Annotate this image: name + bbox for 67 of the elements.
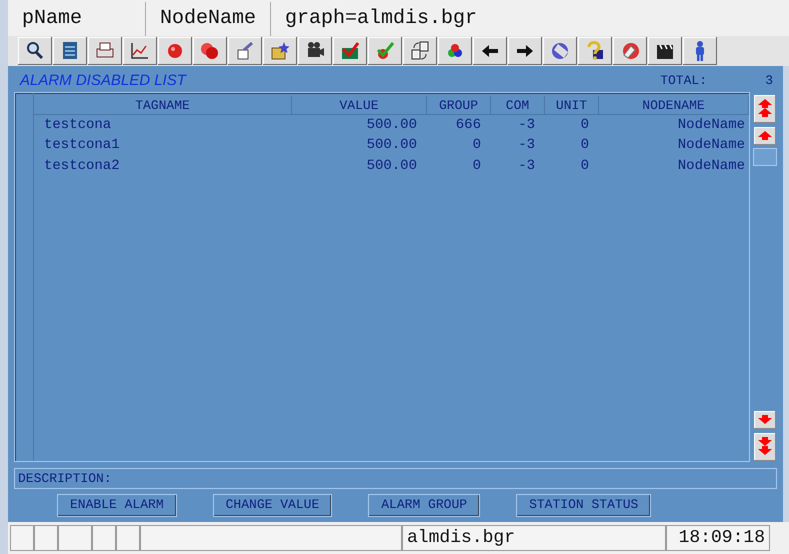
toolbar-button[interactable]	[438, 37, 472, 65]
table-cell-text: 500.00	[366, 156, 418, 176]
status-time: 18:09:18	[666, 525, 770, 551]
folder-star-icon	[269, 40, 291, 62]
table-cell-text: NodeName	[676, 156, 746, 176]
toolbar-button[interactable]	[508, 37, 542, 65]
magnifier-icon	[24, 40, 46, 62]
page-down-button[interactable]	[753, 432, 777, 462]
status-pane	[58, 525, 92, 551]
table-cell-text: 666	[454, 116, 482, 135]
toolbar-button[interactable]	[473, 37, 507, 65]
scroll-down-button[interactable]	[753, 410, 777, 430]
table-cell-text: testcona2	[43, 156, 121, 176]
table-cell-text: 0	[580, 116, 590, 135]
status-file: almdis.bgr	[402, 525, 666, 551]
toolbar-button[interactable]	[123, 37, 157, 65]
action-button[interactable]: ALARM GROUP	[368, 494, 480, 516]
table-cell-text: 0	[580, 136, 590, 156]
action-button[interactable]: CHANGE VALUE	[212, 494, 332, 516]
toolbar-button[interactable]	[228, 37, 262, 65]
column-header: GROUP	[427, 96, 491, 114]
column-header: COM	[491, 96, 545, 114]
up-arrow-icon	[756, 130, 774, 142]
table-cell-text: 0	[472, 156, 482, 176]
toolbar-button[interactable]	[403, 37, 437, 65]
page-up-button[interactable]	[753, 94, 777, 124]
scroll-up-button[interactable]	[753, 126, 777, 146]
table-cell-text: 0	[580, 156, 590, 176]
toolbar-button[interactable]	[683, 37, 717, 65]
status-pane	[34, 525, 58, 551]
toolbar-button[interactable]	[18, 37, 52, 65]
table-cell-text: NodeName	[676, 116, 746, 135]
table-cell-text: testcona	[43, 116, 112, 135]
table-cell-text: 500.00	[366, 116, 418, 135]
panel-title: ALARM DISABLED LIST	[18, 70, 186, 91]
swap-icon	[409, 40, 431, 62]
toolbar-button[interactable]	[648, 37, 682, 65]
table-cell-text: 500.00	[366, 136, 418, 156]
description-label: DESCRIPTION:	[18, 470, 112, 488]
action-button[interactable]: STATION STATUS	[516, 494, 652, 516]
table-cell-text: -3	[517, 156, 536, 176]
chart-icon	[129, 40, 151, 62]
total-label: TOTAL:	[660, 72, 707, 90]
table-cell-text: -3	[517, 116, 536, 135]
action-button[interactable]: ENABLE ALARM	[57, 494, 177, 516]
column-header: TAGNAME	[34, 96, 292, 114]
table-cell-text: -3	[517, 136, 536, 156]
table-cell-text: testcona1	[43, 136, 121, 156]
down-arrow-icon	[756, 414, 774, 426]
toolbar-button[interactable]	[88, 37, 122, 65]
status-pane	[10, 525, 34, 551]
check-box-icon	[339, 40, 361, 62]
column-header: UNIT	[545, 96, 599, 114]
scroll-thumb[interactable]	[753, 148, 777, 166]
column-header: VALUE	[292, 96, 427, 114]
total-value: 3	[764, 72, 774, 90]
title-cell-text: graph=almdis.bgr	[284, 6, 478, 32]
toolbar-button[interactable]	[578, 37, 612, 65]
disc-icon	[549, 40, 571, 62]
toolbar-button[interactable]	[263, 37, 297, 65]
table-cell-text: NodeName	[676, 136, 746, 156]
status-pane	[92, 525, 116, 551]
table-cell-text: 0	[472, 136, 482, 156]
check-ball-icon	[374, 40, 396, 62]
toolbar-button[interactable]	[298, 37, 332, 65]
toolbar-button[interactable]	[53, 37, 87, 65]
column-header: NODENAME	[599, 96, 749, 114]
